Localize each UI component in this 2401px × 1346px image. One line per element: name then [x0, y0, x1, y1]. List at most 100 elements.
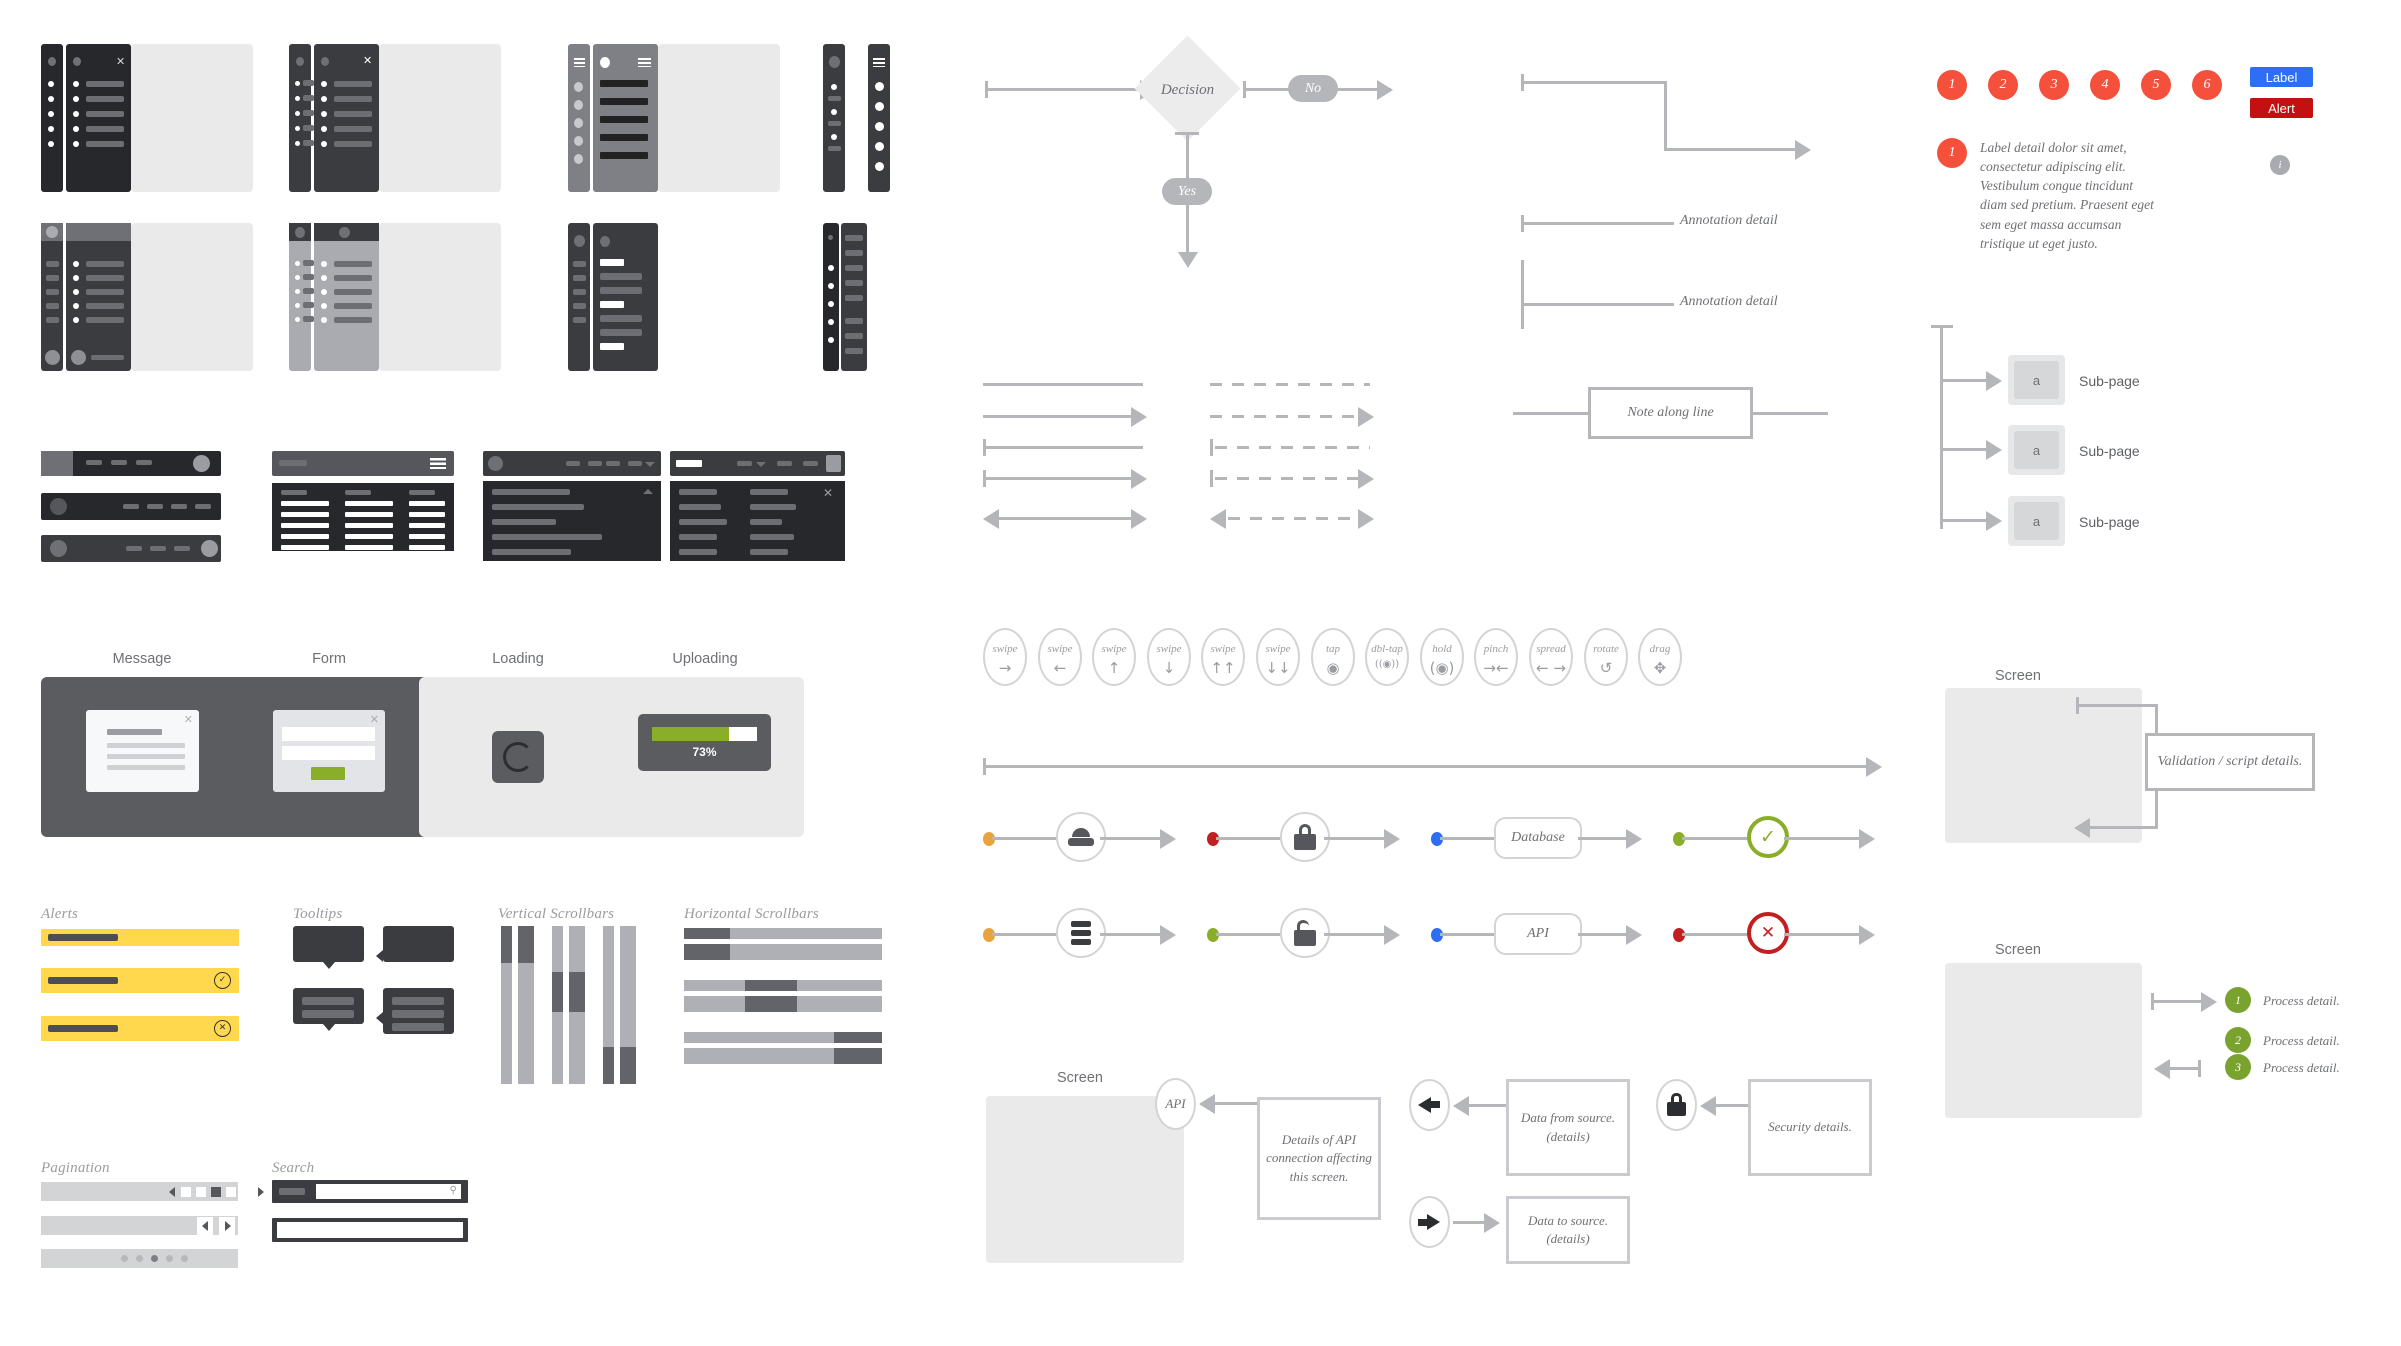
- chevron-up-icon[interactable]: [643, 489, 653, 494]
- branch-yes-pill: Yes: [1162, 178, 1212, 205]
- form-submit-button[interactable]: [311, 767, 345, 780]
- swipe-two-down-icon[interactable]: swipe ↓↓: [1256, 628, 1300, 686]
- section-label-tooltips: Tooltips: [293, 906, 343, 922]
- check-circle-icon[interactable]: ✓: [214, 972, 231, 989]
- upload-progress-panel: 73%: [638, 714, 771, 771]
- form-input[interactable]: [282, 746, 375, 760]
- data-from-source-box: Data from source. (details): [1506, 1079, 1630, 1176]
- pagination-dots[interactable]: [41, 1249, 238, 1268]
- number-badge: 4: [2090, 70, 2120, 100]
- stack-icon: [1068, 828, 1094, 846]
- close-icon[interactable]: ✕: [370, 713, 379, 726]
- swipe-left-icon[interactable]: swipe ←: [1038, 628, 1082, 686]
- alert-plain: [41, 929, 239, 946]
- navbar-5: [483, 451, 661, 476]
- hamburger-icon[interactable]: [430, 458, 446, 469]
- search-input[interactable]: [277, 1222, 463, 1238]
- number-badge: 6: [2192, 70, 2222, 100]
- x-circle-icon[interactable]: ✕: [214, 1020, 231, 1037]
- close-icon[interactable]: ✕: [116, 55, 125, 68]
- search-icon[interactable]: ⚲: [450, 1185, 457, 1196]
- nav-dropdown-columns: [272, 483, 454, 551]
- hold-icon[interactable]: hold (◉): [1420, 628, 1464, 686]
- process-badge: 3: [2225, 1054, 2251, 1080]
- spread-icon[interactable]: spread ← →: [1529, 628, 1573, 686]
- avatar[interactable]: [50, 498, 67, 515]
- alert-button[interactable]: Alert: [2250, 98, 2313, 118]
- annotation-label: Annotation detail: [1680, 294, 1778, 309]
- gesture-glyph: ↑: [1107, 659, 1121, 677]
- search-bar-outline[interactable]: [272, 1218, 468, 1242]
- avatar[interactable]: [488, 456, 503, 471]
- chevron-down-icon[interactable]: [756, 462, 766, 467]
- process-label: Process detail.: [2263, 993, 2340, 1008]
- error-x-icon[interactable]: ✕: [1747, 912, 1789, 954]
- screen-label: Screen: [1057, 1070, 1103, 1086]
- close-icon[interactable]: ✕: [184, 713, 193, 726]
- state-card-label: Message: [112, 651, 172, 667]
- gesture-label: tap: [1325, 643, 1341, 655]
- sitemap-thumb: a: [2014, 431, 2059, 469]
- swipe-down-icon[interactable]: swipe ↓: [1147, 628, 1191, 686]
- gesture-label: swipe: [1265, 643, 1291, 655]
- state-card-message: Message ✕: [41, 651, 243, 837]
- close-icon[interactable]: ✕: [823, 486, 833, 500]
- navbar-6: [670, 451, 845, 476]
- rotate-icon[interactable]: rotate ↺: [1584, 628, 1628, 686]
- screen-placeholder: [1945, 688, 2142, 843]
- hamburger-icon[interactable]: [638, 58, 651, 67]
- number-badge: 2: [1988, 70, 2018, 100]
- progress-track: [652, 727, 757, 741]
- label-button[interactable]: Label: [2250, 67, 2313, 87]
- screen-label: Screen: [1995, 668, 2041, 684]
- gesture-label: swipe: [1210, 643, 1236, 655]
- nav-dropdown-list: [483, 481, 661, 561]
- search-bar-dark[interactable]: ⚲: [272, 1180, 468, 1203]
- tooltip-empty-left: [376, 926, 454, 962]
- gesture-glyph: ◉: [1326, 659, 1340, 677]
- form-input[interactable]: [282, 727, 375, 741]
- sitemap-label: Sub-page: [2079, 514, 2140, 530]
- drag-icon[interactable]: drag ✥: [1638, 628, 1682, 686]
- search-input[interactable]: ⚲: [316, 1184, 461, 1199]
- avatar[interactable]: [193, 455, 210, 472]
- tap-icon[interactable]: tap ◉: [1311, 628, 1355, 686]
- process-badge: 1: [2225, 987, 2251, 1013]
- navbar-3: [41, 535, 221, 562]
- success-check-icon[interactable]: ✓: [1747, 816, 1789, 858]
- pagination-numbered[interactable]: [41, 1182, 264, 1201]
- api-node[interactable]: API: [1494, 913, 1582, 955]
- tooltip-empty-bottom: [293, 926, 364, 969]
- nav-dropdown-two-col: ✕: [670, 481, 845, 561]
- swipe-right-icon[interactable]: swipe →: [983, 628, 1027, 686]
- info-badge[interactable]: i: [2270, 155, 2290, 175]
- loading-spinner: [492, 731, 544, 783]
- close-icon[interactable]: ✕: [363, 54, 372, 67]
- gesture-label: swipe: [1156, 643, 1182, 655]
- swipe-up-icon[interactable]: swipe ↑: [1092, 628, 1136, 686]
- chevron-down-icon[interactable]: [645, 462, 655, 467]
- avatar[interactable]: [201, 540, 218, 557]
- pinch-icon[interactable]: pinch →←: [1474, 628, 1518, 686]
- gesture-label: pinch: [1483, 643, 1509, 655]
- gesture-label: rotate: [1593, 643, 1619, 655]
- hamburger-icon[interactable]: [574, 58, 585, 67]
- hamburger-icon[interactable]: [873, 58, 885, 67]
- gesture-glyph: ← →: [1536, 659, 1566, 677]
- decision-label: Decision: [1160, 82, 1215, 98]
- branch-no-pill: No: [1288, 75, 1338, 102]
- security-detail-box: Security details.: [1748, 1079, 1872, 1176]
- avatar[interactable]: [50, 540, 67, 557]
- long-rule: [983, 765, 1866, 768]
- data-to-source-box: Data to source. (details): [1506, 1196, 1630, 1264]
- double-tap-icon[interactable]: dbl-tap ((◉)): [1365, 628, 1409, 686]
- swipe-two-up-icon[interactable]: swipe ↑↑: [1201, 628, 1245, 686]
- sitemap-label: Sub-page: [2079, 373, 2140, 389]
- database-node[interactable]: Database: [1494, 817, 1582, 859]
- avatar[interactable]: [826, 455, 841, 472]
- section-label-search: Search: [272, 1160, 315, 1176]
- pagination-prev-next[interactable]: [41, 1216, 238, 1235]
- long-rule-arrow: [1866, 757, 1882, 777]
- screen-placeholder: [986, 1096, 1184, 1263]
- progress-percent: 73%: [692, 745, 717, 759]
